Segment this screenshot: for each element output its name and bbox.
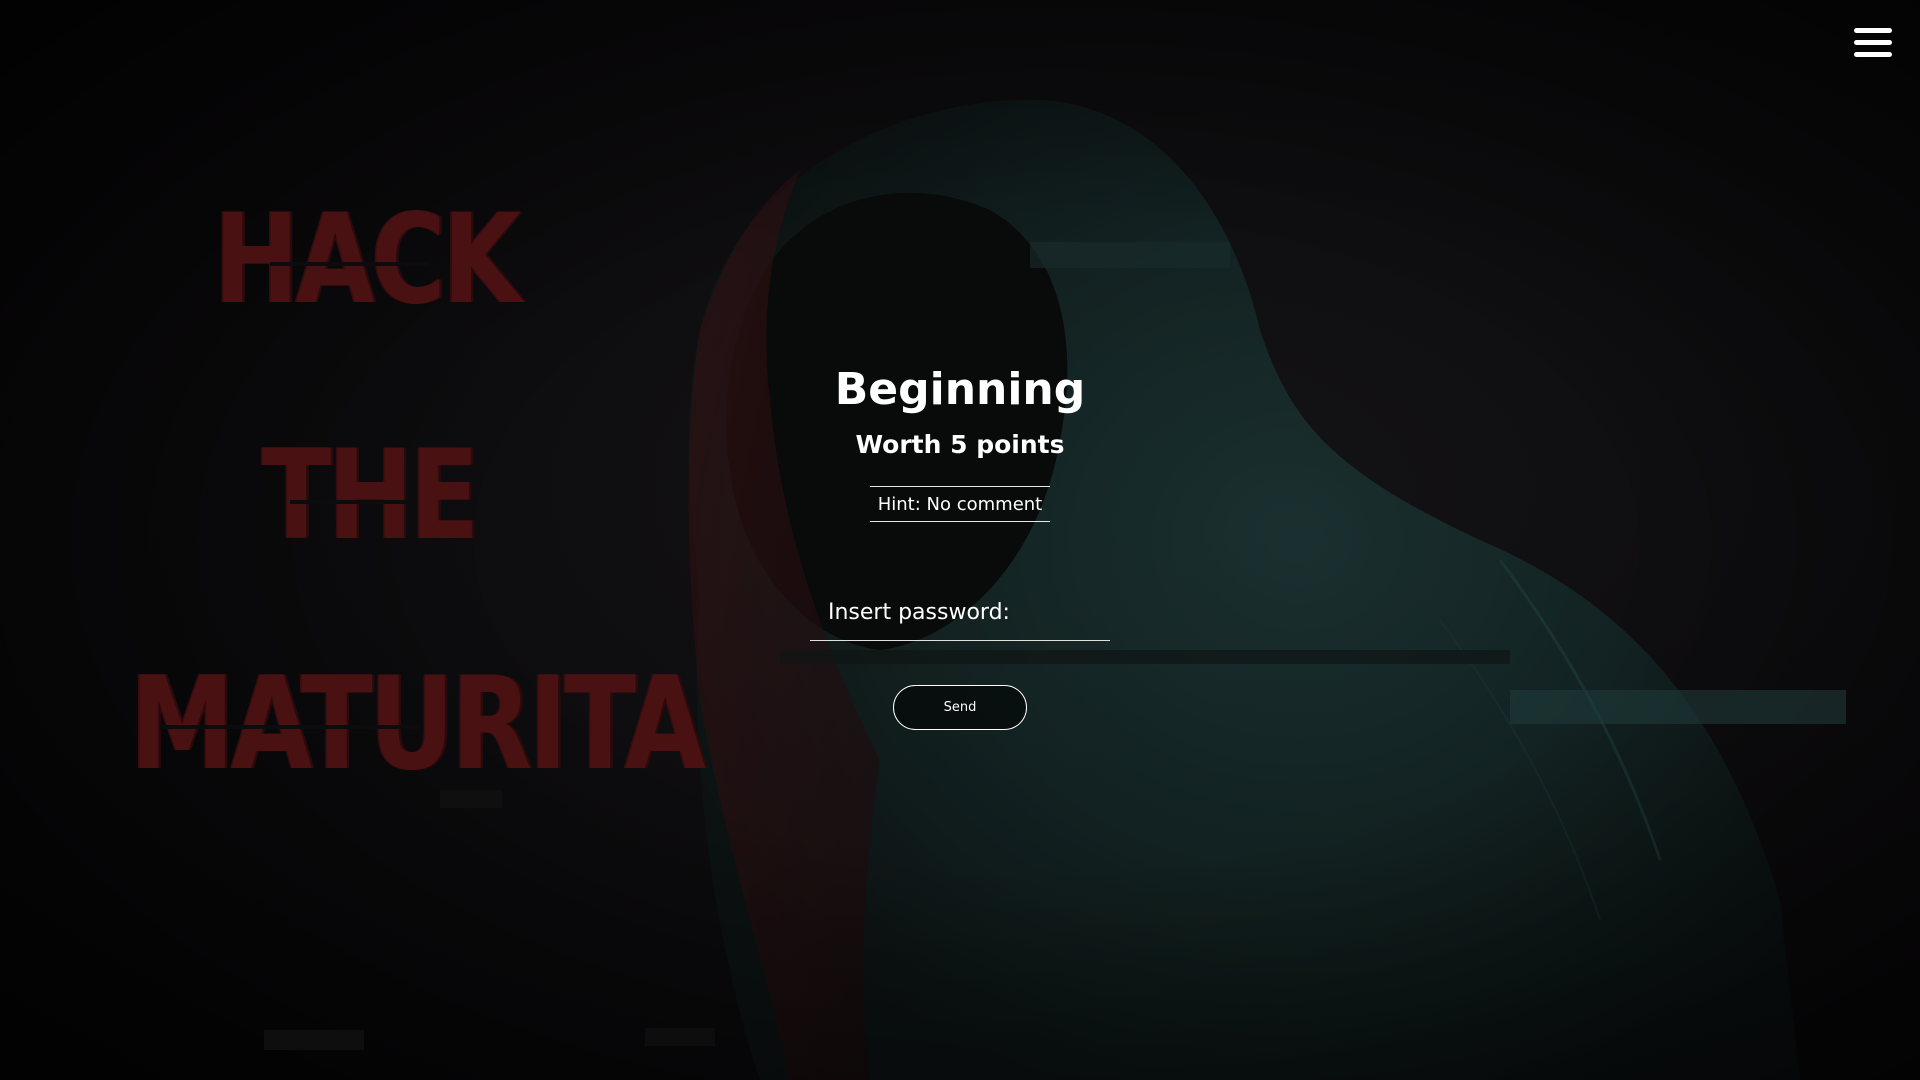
- send-button[interactable]: Send: [893, 685, 1027, 730]
- menu-bar: [1854, 40, 1892, 45]
- page: HACK THE MATURITA Beginning Worth 5 poin…: [0, 0, 1920, 1080]
- glitch-strip: [160, 725, 420, 729]
- menu-bar: [1854, 28, 1892, 33]
- hamburger-menu-icon[interactable]: [1854, 26, 1894, 62]
- challenge-hint: Hint: No comment: [869, 486, 1051, 522]
- challenge-panel: Beginning Worth 5 points Hint: No commen…: [0, 360, 1920, 522]
- background-word-hack: HACK: [214, 188, 521, 332]
- glitch-strip: [270, 262, 430, 266]
- challenge-title: Beginning: [834, 364, 1086, 415]
- challenge-points: Worth 5 points: [855, 430, 1065, 459]
- password-input[interactable]: [810, 585, 1110, 641]
- menu-bar: [1854, 52, 1892, 57]
